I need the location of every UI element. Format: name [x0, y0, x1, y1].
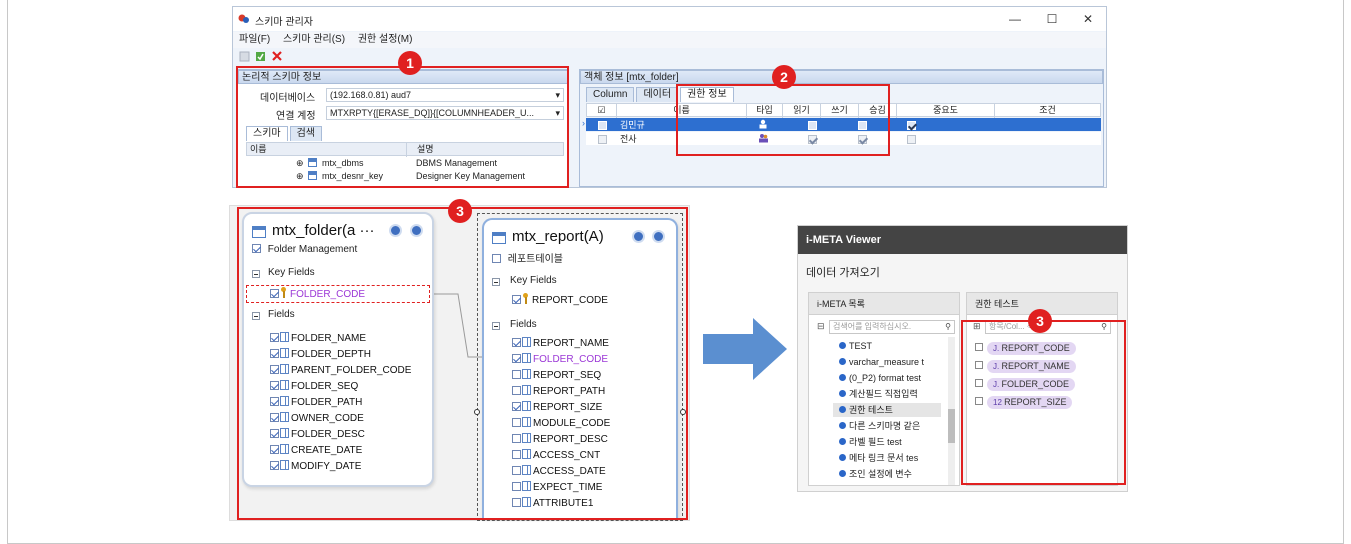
- new-icon[interactable]: [239, 51, 250, 62]
- hide-checkbox[interactable]: [907, 120, 917, 130]
- imeta-list-item[interactable]: TEST: [839, 339, 872, 353]
- close-button[interactable]: ✕: [1071, 9, 1105, 29]
- imeta-list-item[interactable]: 다른 스키마명 같은: [839, 419, 920, 433]
- highlight-box-1: [236, 66, 569, 188]
- search-icon[interactable]: ⚲: [945, 321, 951, 333]
- menu-file[interactable]: 파일(F): [239, 32, 270, 48]
- list-scrollbar[interactable]: [948, 337, 955, 485]
- imeta-list-item[interactable]: 메타 링크 문서 tes: [839, 451, 918, 465]
- viewer-title: i-META Viewer: [798, 226, 1127, 254]
- highlight-box-4: [961, 320, 1126, 485]
- imeta-item-label: (0_P2) format test: [849, 373, 922, 383]
- toolbar: [233, 49, 1106, 65]
- tab-data[interactable]: 데이터: [636, 87, 679, 102]
- hide-checkbox[interactable]: [907, 134, 917, 144]
- menu-schema[interactable]: 스키마 관리(S): [283, 32, 345, 48]
- refresh-icon[interactable]: [255, 51, 266, 62]
- app-logo-icon: [238, 14, 249, 23]
- window-title: 스키마 관리자: [255, 17, 313, 28]
- meta-item-icon: [839, 454, 846, 461]
- imeta-item-label: 계산필드 직접입력: [849, 389, 918, 399]
- meta-item-icon: [839, 438, 846, 445]
- col-condition-header: 조건: [1039, 105, 1056, 115]
- object-info-title: 객체 정보 [mtx_folder]: [580, 70, 1103, 84]
- imeta-item-label: varchar_measure t: [849, 357, 925, 367]
- imeta-item-label: 권한 테스트: [849, 405, 893, 415]
- badge-1: 1: [398, 51, 422, 75]
- imeta-list-item[interactable]: 계산필드 직접입력: [839, 387, 918, 401]
- arrow-right-icon: [703, 318, 787, 380]
- meta-item-icon: [839, 422, 846, 429]
- highlight-box-2: [676, 84, 890, 156]
- scrollbar-thumb[interactable]: [948, 409, 955, 443]
- tree-toggle-icon[interactable]: ⊟: [817, 321, 825, 332]
- select-all-checkbox[interactable]: ☑: [587, 104, 617, 118]
- delete-icon[interactable]: [271, 50, 283, 62]
- menu-bar: 파일(F) 스키마 관리(S) 권한 설정(M): [233, 32, 1106, 48]
- imeta-search-placeholder: 검색어를 입력하십시오.: [833, 322, 912, 331]
- title-bar: 스키마 관리자 — ☐ ✕: [233, 7, 1106, 31]
- meta-item-icon: [839, 406, 846, 413]
- row-pointer-icon: ›: [582, 118, 585, 128]
- menu-permission[interactable]: 권한 설정(M): [358, 32, 413, 48]
- meta-item-icon: [839, 374, 846, 381]
- meta-item-icon: [839, 358, 846, 365]
- imeta-list-item[interactable]: 조인 설정에 변수: [839, 467, 912, 481]
- tab-column[interactable]: Column: [586, 87, 635, 102]
- row-checkbox[interactable]: [598, 134, 607, 144]
- imeta-list-title: i-META 목록: [809, 293, 959, 315]
- minimize-button[interactable]: —: [998, 9, 1032, 29]
- highlight-box-3: [237, 207, 688, 520]
- meta-item-icon: [839, 390, 846, 397]
- row-checkbox[interactable]: [598, 120, 607, 130]
- imeta-list-item[interactable]: 라벨 필드 test: [839, 435, 902, 449]
- badge-2: 2: [772, 65, 796, 89]
- imeta-search-input[interactable]: 검색어를 입력하십시오. ⚲: [829, 320, 955, 334]
- meta-item-icon: [839, 342, 846, 349]
- maximize-button[interactable]: ☐: [1035, 9, 1069, 29]
- imeta-list-item[interactable]: 권한 테스트: [833, 403, 941, 417]
- meta-item-icon: [839, 470, 846, 477]
- imeta-item-label: 다른 스키마명 같은: [849, 421, 921, 431]
- imeta-item-label: 라벨 필드 test: [849, 437, 902, 447]
- group-name: 전사: [620, 134, 637, 144]
- col-importance-header: 중요도: [897, 104, 995, 118]
- imeta-list-item[interactable]: (0_P2) format test: [839, 371, 921, 385]
- imeta-item-label: 조인 설정에 변수: [849, 469, 912, 479]
- user-name: 김민규: [620, 120, 645, 130]
- imeta-list-item[interactable]: varchar_measure t: [839, 355, 924, 369]
- imeta-list-panel: i-META 목록 ⊟ 검색어를 입력하십시오. ⚲ TEST varchar_m…: [808, 292, 960, 486]
- imeta-item-label: TEST: [849, 341, 873, 351]
- imeta-item-label: 메타 링크 문서 tes: [849, 453, 919, 463]
- badge-4: 3: [1028, 309, 1052, 333]
- viewer-subtitle: 데이터 가져오기: [806, 267, 880, 279]
- badge-3: 3: [448, 199, 472, 223]
